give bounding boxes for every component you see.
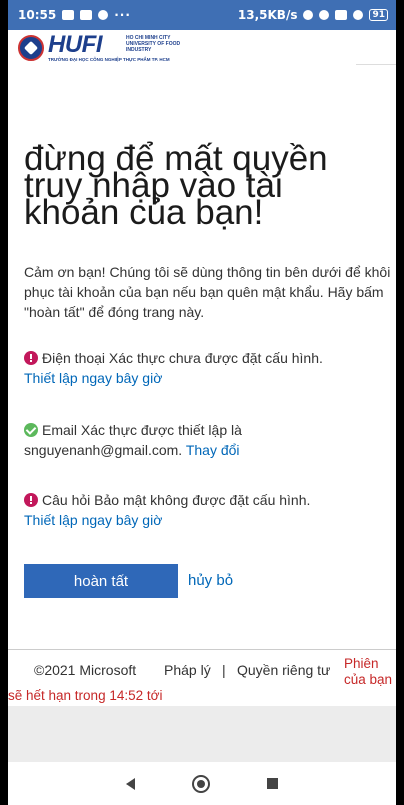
android-nav-bar — [8, 762, 396, 805]
status-bar-left: 10:55 ··· — [18, 8, 131, 22]
auth-phone-row: Điện thoại Xác thực chưa được đặt cấu hì… — [24, 348, 394, 388]
warning-icon — [24, 493, 38, 507]
home-circle-icon[interactable] — [191, 774, 210, 793]
auth-email-row: Email Xác thực được thiết lập là snguyen… — [24, 420, 394, 460]
privacy-link[interactable]: Quyền riêng tư — [237, 662, 330, 678]
session-timeout-part2: sẽ hết hạn trong 14:52 tới — [8, 688, 163, 703]
logo-text: HUFI HO CHI MINH CITY UNIVERSITY OF FOOD… — [48, 33, 180, 63]
status-time: 10:55 — [18, 8, 57, 22]
status-bar: 10:55 ··· 13,5KB/s 91 — [8, 0, 396, 30]
cancel-link[interactable]: hủy bỏ — [188, 572, 233, 589]
header: HUFI HO CHI MINH CITY UNIVERSITY OF FOOD… — [8, 30, 396, 68]
back-triangle-icon[interactable] — [126, 777, 136, 790]
auth-phone-text: Điện thoại Xác thực chưa được đặt cấu hì… — [42, 350, 323, 366]
logo-subtitle: TRƯỜNG ĐẠI HỌC CÔNG NGHIỆP THỰC PHẨM TP.… — [48, 57, 170, 62]
battery-icon: 91 — [369, 9, 388, 21]
copyright: ©2021 Microsoft — [34, 662, 137, 678]
hufi-logo-icon — [18, 35, 44, 61]
status-bar-right: 13,5KB/s 91 — [238, 8, 388, 22]
footer-separator: | — [222, 662, 226, 678]
notification-icon — [80, 10, 93, 20]
legal-link[interactable]: Pháp lý — [164, 662, 211, 678]
setup-security-question-link[interactable]: Thiết lập ngay bây giờ — [24, 512, 162, 528]
setup-phone-link[interactable]: Thiết lập ngay bây giờ — [24, 370, 162, 386]
logo-side: HO CHI MINH CITY UNIVERSITY OF FOOD INDU… — [126, 35, 181, 53]
bluetooth-icon — [303, 10, 314, 20]
session-timeout-part1: Phiên của bạn — [344, 656, 393, 687]
recent-square-icon[interactable] — [266, 778, 278, 789]
security-question-text: Câu hỏi Bảo mật không được đặt cấu hình. — [42, 492, 311, 508]
security-question-row: Câu hỏi Bảo mật không được đặt cấu hình.… — [24, 490, 394, 530]
screen: 10:55 ··· 13,5KB/s 91 HUFI HO CHI MINH C… — [8, 0, 396, 805]
page-title: đừng để mất quyền truy nhập vào tài khoả… — [24, 139, 328, 232]
header-divider — [356, 64, 396, 65]
alarm-icon — [319, 10, 330, 20]
page-bottom-area — [8, 706, 396, 762]
warning-icon — [24, 351, 38, 365]
change-email-link[interactable]: Thay đổi — [186, 442, 240, 458]
network-speed: 13,5KB/s — [237, 8, 298, 22]
description: Cảm ơn bạn! Chúng tôi sẽ dùng thông tin … — [24, 264, 391, 320]
finish-button[interactable]: hoàn tất — [24, 564, 178, 598]
message-icon — [62, 10, 75, 20]
hufi-logo: HUFI HO CHI MINH CITY UNIVERSITY OF FOOD… — [18, 33, 180, 63]
signal-icon — [335, 10, 348, 20]
delivery-icon — [98, 10, 109, 20]
wifi-icon — [353, 10, 364, 20]
status-overflow: ··· — [114, 8, 131, 22]
footer-divider — [8, 649, 396, 650]
footer: ©2021 Microsoft Pháp lý | Quyền riêng tư… — [8, 656, 396, 706]
check-icon — [24, 423, 38, 437]
